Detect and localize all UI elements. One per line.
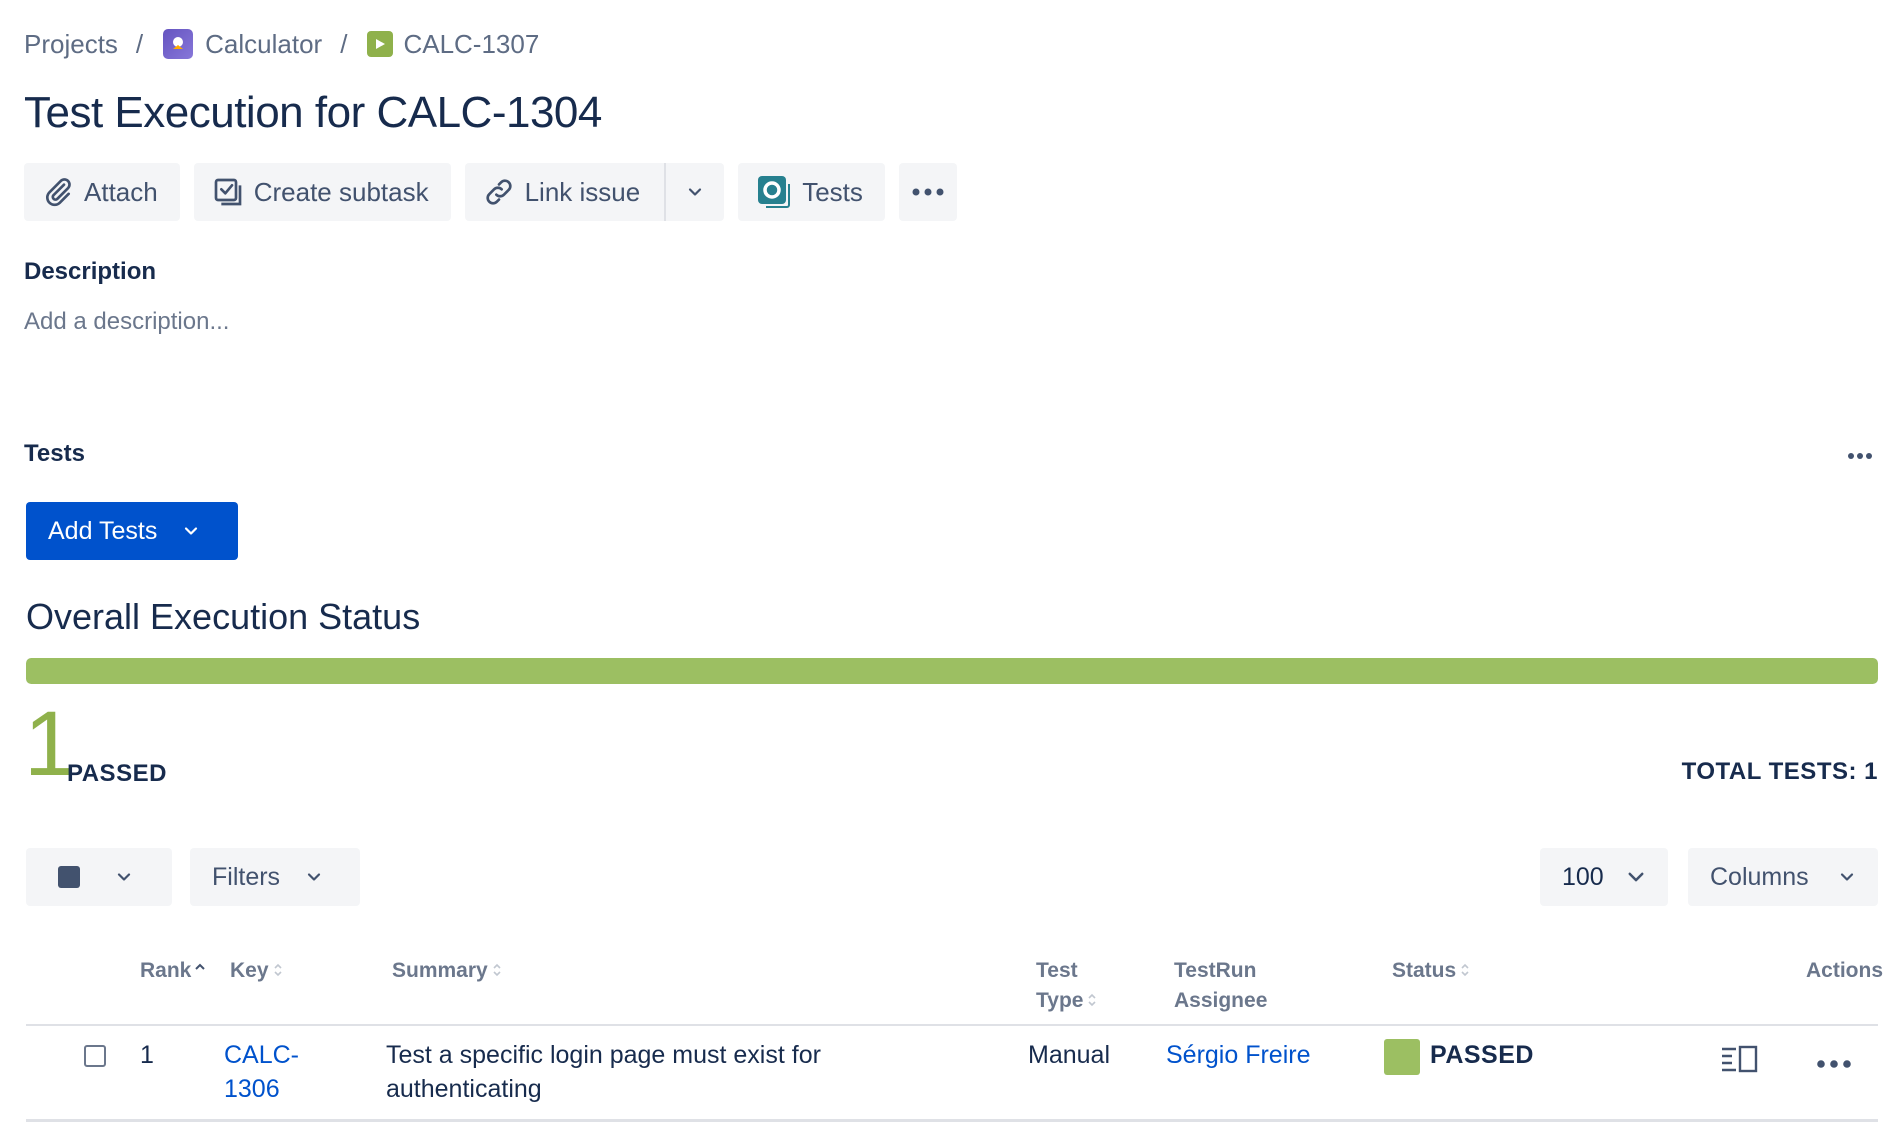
- overall-status-heading: Overall Execution Status: [26, 596, 421, 637]
- row-summary: Test a specific login page must exist fo…: [386, 1038, 821, 1106]
- subtask-icon: [212, 176, 244, 208]
- column-header-label: TestRun: [1174, 959, 1257, 982]
- progress-passed-segment: [26, 658, 1878, 684]
- column-header-actions: Actions: [1806, 959, 1884, 982]
- column-header-status[interactable]: Status: [1392, 956, 1470, 986]
- breadcrumb-project[interactable]: Calculator: [205, 29, 322, 60]
- link-issue-button[interactable]: Link issue: [464, 163, 665, 221]
- total-tests: TOTAL TESTS: 1: [1681, 758, 1878, 785]
- bulk-select-dropdown[interactable]: [26, 848, 172, 906]
- add-tests-label: Add Tests: [48, 516, 158, 545]
- breadcrumb: Projects / Calculator / CALC-1307: [24, 26, 539, 62]
- filters-label: Filters: [212, 862, 281, 891]
- column-header-rank[interactable]: Rank: [140, 956, 206, 986]
- chevron-down-icon: [1626, 867, 1646, 887]
- details-panel-icon[interactable]: [1720, 1044, 1760, 1079]
- tests-heading: Tests: [24, 440, 85, 467]
- column-header-key[interactable]: Key: [230, 956, 283, 986]
- breadcrumb-projects[interactable]: Projects: [24, 29, 118, 60]
- add-tests-button[interactable]: Add Tests: [26, 502, 238, 560]
- row-checkbox[interactable]: [84, 1045, 106, 1067]
- columns-dropdown[interactable]: Columns: [1688, 848, 1878, 906]
- link-issue-dropdown[interactable]: [664, 163, 725, 221]
- description-field[interactable]: Add a description...: [24, 308, 229, 336]
- link-issue-label: Link issue: [524, 176, 641, 207]
- column-header-label: Test: [1036, 959, 1078, 982]
- breadcrumb-issue-key[interactable]: CALC-1307: [403, 29, 539, 60]
- tests-button[interactable]: Tests: [738, 163, 885, 221]
- row-summary-line: authenticating: [386, 1075, 542, 1103]
- column-header-label: Assignee: [1174, 989, 1268, 1012]
- chevron-down-icon: [1839, 869, 1855, 885]
- table-header-divider: [26, 1024, 1878, 1026]
- filters-dropdown[interactable]: Filters: [190, 848, 360, 906]
- project-avatar-icon: [163, 29, 194, 59]
- row-rank: 1: [140, 1041, 154, 1069]
- chevron-down-icon: [183, 523, 199, 539]
- row-test-type: Manual: [1028, 1041, 1110, 1069]
- chevron-down-icon: [116, 869, 132, 885]
- paperclip-icon: [42, 176, 74, 208]
- tests-label: Tests: [802, 176, 863, 207]
- square-icon: [58, 866, 80, 888]
- column-header-label: Summary: [392, 959, 488, 982]
- row-summary-line: Test a specific login page must exist fo…: [386, 1041, 821, 1069]
- column-header-label: Status: [1392, 959, 1457, 982]
- execution-progress-bar: [26, 658, 1878, 684]
- link-icon: [483, 176, 515, 208]
- more-icon: [911, 187, 945, 197]
- row-key-line: CALC-: [224, 1041, 300, 1069]
- create-subtask-button[interactable]: Create subtask: [193, 163, 451, 221]
- breadcrumb-separator: /: [135, 28, 144, 59]
- column-header-label: Type: [1036, 989, 1084, 1012]
- status-color-swatch: [1384, 1039, 1420, 1075]
- sort-ascending-icon: [195, 956, 206, 986]
- table-row-divider: [26, 1119, 1878, 1122]
- column-header-summary[interactable]: Summary: [392, 956, 502, 986]
- chevron-down-icon: [306, 869, 322, 885]
- tests-more-button[interactable]: [1840, 444, 1880, 468]
- passed-label: PASSED: [67, 760, 167, 787]
- row-key-line: 1306: [224, 1075, 280, 1103]
- sort-icon: [273, 956, 283, 986]
- page-size-value: 100: [1562, 862, 1604, 891]
- column-header-test-type[interactable]: Test Type: [1036, 956, 1097, 1016]
- columns-label: Columns: [1710, 862, 1809, 891]
- row-assignee-link[interactable]: Sérgio Freire: [1166, 1038, 1311, 1072]
- column-header-label: Rank: [140, 959, 192, 982]
- more-icon: [1847, 452, 1873, 460]
- column-header-assignee[interactable]: TestRun Assignee: [1174, 956, 1267, 1016]
- create-subtask-label: Create subtask: [253, 176, 429, 207]
- xray-tests-icon: [756, 174, 792, 210]
- sort-icon: [492, 956, 502, 986]
- breadcrumb-separator: /: [340, 28, 348, 59]
- row-key-link[interactable]: CALC- 1306: [224, 1038, 299, 1106]
- row-status[interactable]: PASSED: [1430, 1041, 1534, 1070]
- row-more-icon[interactable]: [1816, 1056, 1852, 1074]
- more-actions-button[interactable]: [898, 163, 957, 221]
- page-title[interactable]: Test Execution for CALC-1304: [24, 88, 602, 138]
- attach-button[interactable]: Attach: [24, 163, 180, 221]
- sort-icon: [1460, 956, 1470, 986]
- issue-toolbar: Attach Create subtask Link issue Tests: [24, 163, 971, 221]
- attach-label: Attach: [84, 176, 158, 207]
- description-heading: Description: [24, 258, 157, 285]
- sort-icon: [1087, 986, 1097, 1016]
- test-execution-type-icon: [367, 31, 394, 57]
- column-header-label: Key: [230, 959, 269, 982]
- chevron-down-icon: [687, 184, 703, 200]
- page-size-select[interactable]: 100: [1540, 848, 1668, 906]
